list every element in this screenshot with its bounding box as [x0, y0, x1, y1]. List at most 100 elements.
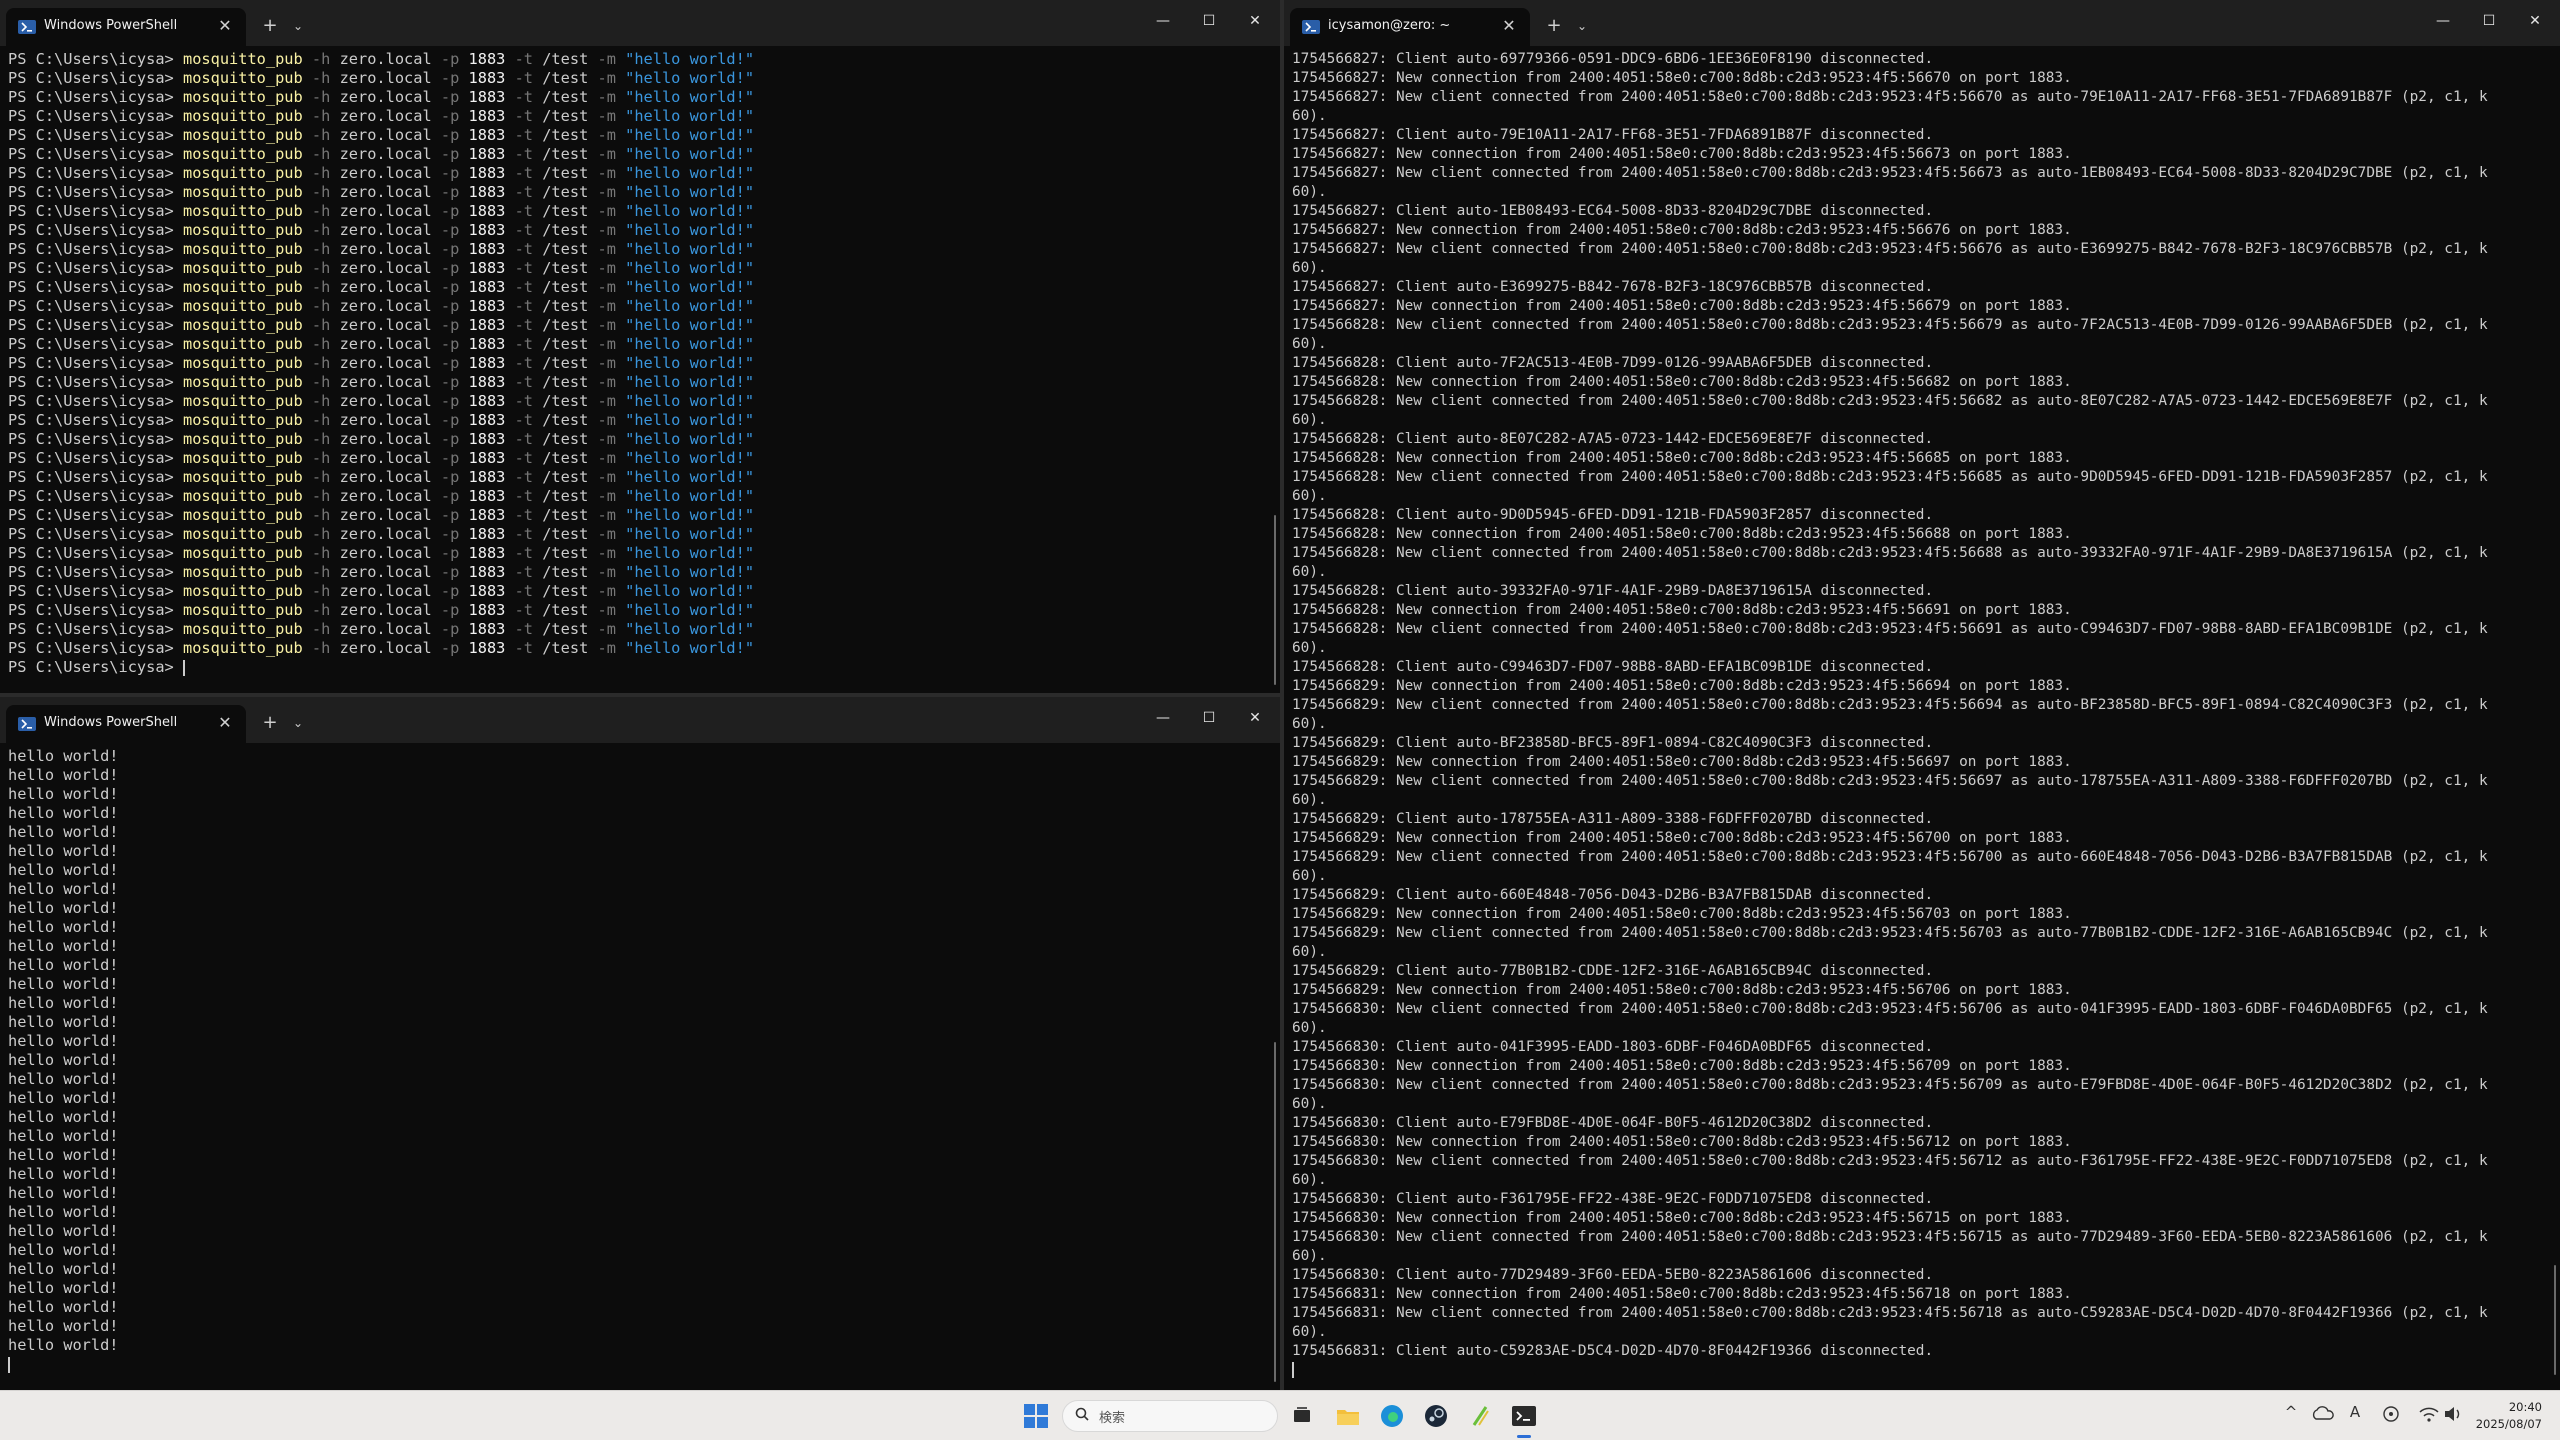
- tab-powershell[interactable]: Windows PowerShell ✕: [6, 8, 246, 46]
- terminal-icon[interactable]: [1510, 1402, 1538, 1430]
- log-line: 60).: [1292, 1172, 1327, 1188]
- maximize-button[interactable]: ☐: [2469, 8, 2509, 34]
- title-bar[interactable]: icysamon@zero: ~ ✕ + ⌄ — ☐ ✕: [1284, 0, 2560, 46]
- host-arg: zero.local: [330, 506, 432, 524]
- title-bar[interactable]: Windows PowerShell ✕ + ⌄ — ☐ ✕: [0, 0, 1280, 46]
- scrollbar[interactable]: [1274, 1042, 1276, 1382]
- port-arg: 1883: [459, 563, 506, 581]
- prompt: PS C:\Users\icysa>: [8, 335, 183, 353]
- scrollbar[interactable]: [2554, 1265, 2556, 1375]
- new-tab-button[interactable]: +: [258, 711, 282, 735]
- flag: -p: [431, 354, 460, 372]
- flag: -h: [302, 449, 331, 467]
- maximize-button[interactable]: ☐: [1189, 8, 1229, 34]
- tab-close-icon[interactable]: ✕: [214, 712, 236, 734]
- powershell-window-top[interactable]: Windows PowerShell ✕ + ⌄ — ☐ ✕ PS C:\Use…: [0, 0, 1280, 693]
- edge-browser-icon[interactable]: [1378, 1402, 1406, 1430]
- host-arg: zero.local: [330, 335, 432, 353]
- command-name: mosquitto_pub: [182, 506, 303, 524]
- log-line: 1754566828: New client connected from 24…: [1292, 621, 2488, 637]
- prompt: PS C:\Users\icysa>: [8, 487, 183, 505]
- flag: -t: [505, 563, 534, 581]
- tab-dropdown-button[interactable]: ⌄: [286, 14, 310, 38]
- tab-dropdown-button[interactable]: ⌄: [1570, 14, 1594, 38]
- flag: -t: [505, 544, 534, 562]
- close-button[interactable]: ✕: [1235, 705, 1275, 731]
- tray-overflow-chevron[interactable]: ^: [2278, 1403, 2304, 1421]
- log-line: 1754566830: New client connected from 24…: [1292, 1077, 2488, 1093]
- taskbar-search-box[interactable]: 検索: [1062, 1400, 1278, 1432]
- title-bar[interactable]: Windows PowerShell ✕ + ⌄ — ☐ ✕: [0, 697, 1280, 743]
- message-arg: "hello world!": [615, 601, 755, 619]
- close-button[interactable]: ✕: [2515, 8, 2555, 34]
- host-arg: zero.local: [330, 88, 432, 106]
- tab-close-icon[interactable]: ✕: [214, 15, 236, 37]
- log-line: 1754566829: New connection from 2400:405…: [1292, 982, 2072, 998]
- close-button[interactable]: ✕: [1235, 8, 1275, 34]
- cloud-icon[interactable]: [2310, 1403, 2336, 1425]
- task-view-icon[interactable]: [1288, 1402, 1316, 1430]
- port-arg: 1883: [459, 487, 506, 505]
- flag: -h: [302, 240, 331, 258]
- topic-arg: /test: [533, 50, 589, 68]
- prompt: PS C:\Users\icysa>: [8, 620, 183, 638]
- prompt: PS C:\Users\icysa>: [8, 183, 183, 201]
- tab-ssh-session[interactable]: icysamon@zero: ~ ✕: [1290, 8, 1530, 46]
- flag: -t: [505, 601, 534, 619]
- tab-powershell[interactable]: Windows PowerShell ✕: [6, 705, 246, 743]
- flag: -m: [588, 354, 616, 372]
- scrollbar[interactable]: [1274, 515, 1276, 685]
- wifi-icon[interactable]: [2416, 1403, 2442, 1425]
- host-arg: zero.local: [330, 639, 432, 657]
- tab-dropdown-button[interactable]: ⌄: [286, 711, 310, 735]
- host-arg: zero.local: [330, 126, 432, 144]
- flag: -t: [505, 126, 534, 144]
- flag: -m: [588, 582, 616, 600]
- minimize-button[interactable]: —: [1143, 705, 1183, 731]
- ime-indicator[interactable]: A: [2342, 1403, 2368, 1421]
- flag: -p: [431, 202, 460, 220]
- topic-arg: /test: [533, 316, 589, 334]
- log-line: 1754566829: New connection from 2400:405…: [1292, 830, 2072, 846]
- flag: -p: [431, 183, 460, 201]
- topic-arg: /test: [533, 392, 589, 410]
- terminal-output[interactable]: 1754566827: Client auto-69779366-0591-DD…: [1292, 50, 2552, 1390]
- minimize-button[interactable]: —: [1143, 8, 1183, 34]
- output-line: hello world!: [8, 880, 119, 898]
- command-line: PS C:\Users\icysa> mosquitto_pub -h zero…: [8, 221, 1272, 240]
- flag: -h: [302, 145, 331, 163]
- powershell-icon: [18, 20, 36, 34]
- output-line: hello world!: [8, 1317, 119, 1335]
- minimize-button[interactable]: —: [2423, 8, 2463, 34]
- message-arg: "hello world!": [615, 183, 755, 201]
- host-arg: zero.local: [330, 164, 432, 182]
- prompt: PS C:\Users\icysa>: [8, 563, 183, 581]
- port-arg: 1883: [459, 601, 506, 619]
- new-tab-button[interactable]: +: [258, 14, 282, 38]
- system-clock[interactable]: 20:40 2025/08/07: [2476, 1399, 2542, 1433]
- file-explorer-icon[interactable]: [1334, 1402, 1362, 1430]
- flag: -m: [588, 373, 616, 391]
- new-tab-button[interactable]: +: [1542, 14, 1566, 38]
- tab-close-icon[interactable]: ✕: [1498, 15, 1520, 37]
- maximize-button[interactable]: ☐: [1189, 705, 1229, 731]
- powershell-window-bottom[interactable]: Windows PowerShell ✕ + ⌄ — ☐ ✕ hello wor…: [0, 697, 1280, 1390]
- ssh-window-right[interactable]: icysamon@zero: ~ ✕ + ⌄ — ☐ ✕ 1754566827:…: [1284, 0, 2560, 1390]
- windows-start-icon[interactable]: [1022, 1402, 1050, 1430]
- command-name: mosquitto_pub: [182, 145, 303, 163]
- output-line: hello world!: [8, 785, 119, 803]
- volume-icon[interactable]: [2440, 1403, 2466, 1425]
- log-line: 1754566829: New connection from 2400:405…: [1292, 678, 2072, 694]
- flag: -h: [302, 582, 331, 600]
- terminal-output[interactable]: hello world! hello world! hello world! hell…: [8, 747, 1272, 1390]
- log-line: 60).: [1292, 1248, 1327, 1264]
- notepad-icon[interactable]: [1466, 1402, 1494, 1430]
- flag: -h: [302, 373, 331, 391]
- status-icon[interactable]: [2378, 1403, 2404, 1425]
- terminal-output[interactable]: PS C:\Users\icysa> mosquitto_pub -h zero…: [8, 50, 1272, 693]
- log-line: 1754566828: Client auto-9D0D5945-6FED-DD…: [1292, 507, 1934, 523]
- powershell-icon: [1302, 20, 1320, 34]
- steam-icon[interactable]: [1422, 1402, 1450, 1430]
- output-line: hello world!: [8, 975, 119, 993]
- flag: -p: [431, 50, 460, 68]
